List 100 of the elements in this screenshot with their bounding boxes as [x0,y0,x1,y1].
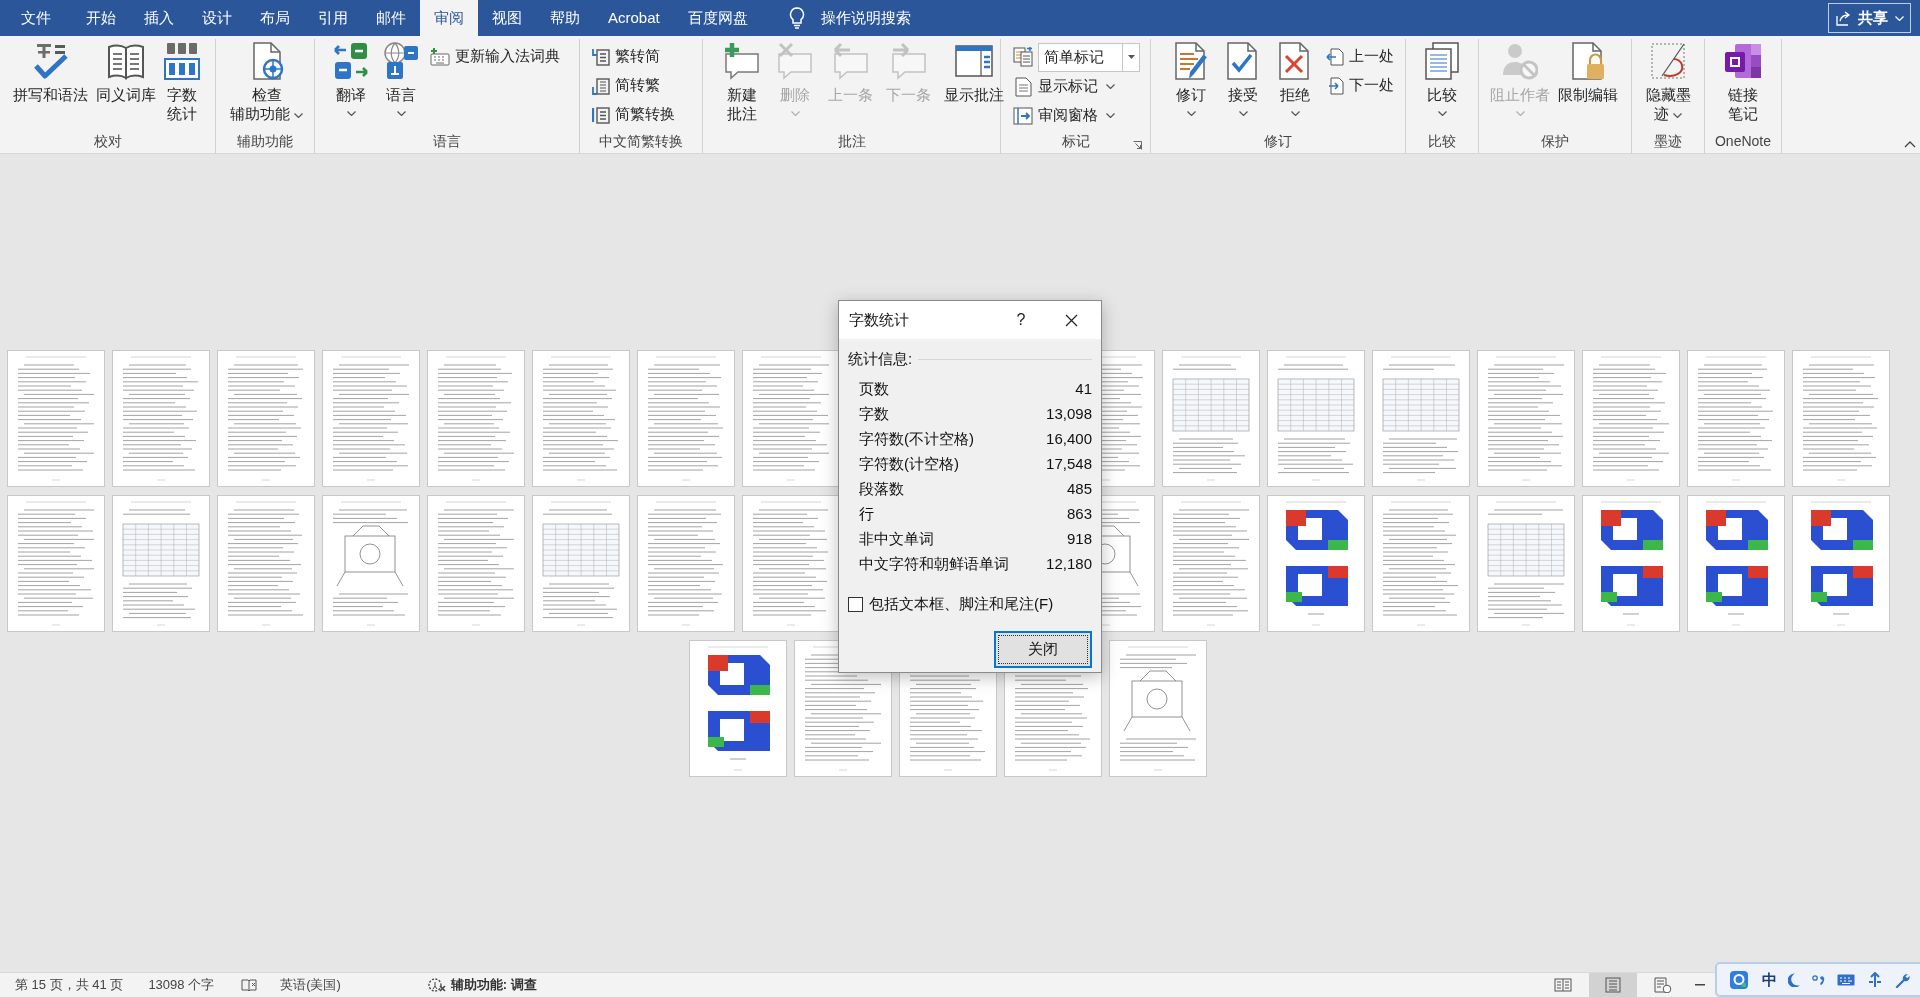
stat-value: 13,098 [1046,404,1092,425]
close-icon[interactable] [1064,313,1078,327]
accessibility-icon[interactable] [427,977,446,993]
group-label: 中文简繁转换 [599,131,683,151]
share-icon [1835,10,1851,26]
show-markup-button[interactable]: 显示标记 [1013,72,1140,101]
markup-dropdown[interactable]: 简单标记 [1038,42,1140,72]
group-label: 修订 [1264,131,1292,151]
stat-value: 17,548 [1046,454,1092,475]
input-mode-toggle[interactable]: 中 [1762,972,1777,987]
reviewing-pane-button[interactable]: 审阅窗格 [1013,101,1140,130]
wrench-icon[interactable] [1894,971,1910,988]
proofing-icon[interactable] [241,978,260,992]
word-count-icon [164,42,200,80]
restrict-editing-button[interactable]: 限制编辑 [1555,42,1621,104]
notebook-icon [1723,42,1763,80]
track-changes-button[interactable]: 修订 [1170,42,1212,123]
dialog-title: 字数统计 [849,309,909,330]
next-change-button[interactable]: 下一处 [1326,71,1394,100]
close-button[interactable]: 关闭 [994,631,1092,668]
app-icon[interactable] [1730,970,1748,989]
share-button[interactable]: 共享 [1828,3,1911,33]
translate-button[interactable]: 翻译 [330,42,372,123]
page-icon [1605,977,1621,993]
lightbulb-icon [788,7,805,29]
reject-button[interactable]: 拒绝 [1274,42,1316,123]
document-pencil-icon [1173,42,1209,80]
book-icon [108,42,144,80]
new-comment-button[interactable]: 新建 批注 [719,42,765,123]
checkbox-label[interactable]: 包括文本框、脚注和尾注(F) [869,592,1054,616]
accept-button[interactable]: 接受 [1222,42,1264,123]
markup-icon [1013,47,1033,67]
character-convert-icon [592,47,610,66]
group-label: 保护 [1541,131,1569,151]
page-number-status[interactable]: 第 15 页，共 41 页 [15,975,124,995]
up-arrow-icon[interactable] [1868,971,1882,988]
stat-value: 16,400 [1046,429,1092,450]
check-accessibility-button[interactable]: 检查 辅助功能 [227,42,306,123]
stat-label: 段落数 [859,479,904,500]
group-label: 辅助功能 [237,131,293,151]
stat-label: 非中文单词 [859,529,934,550]
ribbon-tab[interactable]: 文件 [0,0,72,36]
ribbon-tab[interactable]: 开始 [72,0,130,36]
simplified-to-traditional-button[interactable]: 简转繁 [592,71,675,100]
help-question-mark[interactable]: ? [996,308,1046,332]
show-comments-button[interactable]: 显示批注 [941,42,1007,104]
group-label: 批注 [837,131,866,151]
language-status[interactable]: 英语(美国) [280,975,341,995]
word-count-status[interactable]: 13098 个字 [148,975,215,995]
dialog-launcher-icon[interactable] [1133,141,1142,150]
ribbon-tab[interactable]: 插入 [130,0,188,36]
book-icon [1554,977,1572,993]
search-field[interactable]: 操作说明搜索 [820,6,951,30]
checkbox[interactable] [848,596,863,612]
reviewing-pane-icon [1013,105,1033,126]
ribbon-tab[interactable]: 设计 [188,0,246,36]
traditional-to-simplified-button[interactable]: 繁转简 [592,42,675,71]
stat-value: 918 [1066,529,1092,550]
keyboard-icon[interactable] [1837,973,1855,986]
minus-icon[interactable] [1695,984,1705,986]
page-globe-icon [1654,977,1672,993]
moon-icon[interactable] [1788,972,1800,987]
ribbon-tab[interactable]: 视图 [478,0,536,36]
ribbon-tab[interactable]: 引用 [304,0,362,36]
thesaurus-button[interactable]: 同义词库 [93,42,159,104]
stat-label: 行 [859,504,874,525]
ribbon-tab[interactable]: 百度网盘 [673,0,762,36]
group-label: OneNote [1714,131,1771,151]
ribbon-tab[interactable]: 布局 [246,0,304,36]
document-icon [1013,76,1033,97]
stat-label: 中文字符和朝鲜语单词 [859,554,1009,575]
stat-label: 字数 [859,404,889,425]
stat-value: 863 [1066,504,1092,525]
previous-change-button[interactable]: 上一处 [1326,42,1394,71]
chevron-up-icon[interactable] [1904,141,1916,148]
language-button[interactable]: 语言 [380,42,422,123]
document-lock-icon [1570,42,1606,80]
ribbon-tab[interactable]: 帮助 [536,0,594,36]
comments-pane-icon [954,42,994,80]
ribbon-tab[interactable]: 邮件 [362,0,420,36]
stat-label: 字符数(计空格) [859,454,959,475]
ribbon-tab[interactable]: 审阅 [420,0,478,36]
spelling-grammar-button[interactable]: 拼写和语法 [10,42,91,104]
ink-icon [1650,42,1686,80]
ribbon-tab[interactable]: Acrobat [594,0,674,36]
character-convert-icon [592,105,610,124]
group-label: 校对 [93,131,122,151]
stacked-documents-icon [1424,42,1460,80]
hide-ink-button[interactable]: 隐藏墨 迹 [1642,42,1694,123]
accessibility-status[interactable]: 辅助功能: 调查 [450,975,537,995]
group-label: 语言 [433,131,461,151]
compare-button[interactable]: 比较 [1421,42,1463,123]
word-count-button[interactable]: 字数 统计 [161,42,203,123]
document-right-arrow-icon [1326,76,1344,95]
spell-check-icon [32,42,69,80]
group-label: 标记 [1061,132,1090,151]
punctuation-icon[interactable] [1812,974,1826,985]
convert-chinese-button[interactable]: 简繁转换 [592,100,675,129]
update-ime-dictionary-button[interactable]: 更新输入法词典 [430,42,560,71]
linked-notes-button[interactable]: 链接 笔记 [1720,42,1766,123]
